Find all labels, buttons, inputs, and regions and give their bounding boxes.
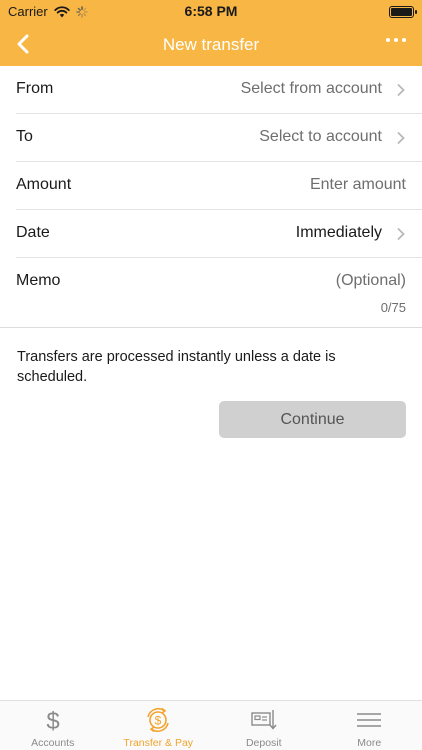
menu-icon: [357, 713, 382, 727]
transfer-pay-icon: $: [147, 707, 170, 733]
top-bar: Carrier 6:58 PM New transfer: [0, 0, 422, 66]
amount-input[interactable]: Enter amount: [310, 176, 406, 194]
status-bar: Carrier 6:58 PM: [0, 0, 422, 24]
from-account-row[interactable]: From Select from account: [16, 66, 422, 114]
continue-button[interactable]: Continue: [219, 401, 406, 438]
tab-label: Deposit: [245, 737, 282, 749]
tab-accounts[interactable]: $ Accounts: [0, 701, 106, 750]
tab-label: Accounts: [31, 737, 75, 749]
more-options-icon[interactable]: [386, 38, 406, 42]
transfer-form: From Select from account To Select to ac…: [0, 66, 422, 328]
tab-label: Transfer & Pay: [123, 737, 194, 749]
chevron-right-icon: [397, 83, 405, 97]
date-row[interactable]: Date Immediately: [16, 210, 422, 258]
to-label: To: [16, 128, 33, 145]
chevron-right-icon: [397, 227, 405, 241]
transfer-info-text: Transfers are processed instantly unless…: [17, 349, 336, 385]
memo-character-counter: 0/75: [380, 300, 406, 315]
check-deposit-icon: [251, 710, 277, 730]
page-title: New transfer: [162, 35, 260, 54]
svg-text:$: $: [155, 714, 162, 728]
navigation-bar: New transfer: [0, 24, 422, 66]
date-label: Date: [16, 224, 50, 241]
tab-label: More: [357, 737, 382, 749]
date-value: Immediately: [295, 224, 382, 241]
to-account-row[interactable]: To Select to account: [16, 114, 422, 162]
tab-more[interactable]: More: [317, 701, 422, 750]
to-account-value: Select to account: [259, 128, 382, 145]
svg-text:$: $: [46, 708, 59, 733]
memo-label: Memo: [16, 272, 61, 289]
tab-deposit[interactable]: Deposit: [211, 701, 317, 750]
battery-icon: [389, 6, 417, 18]
amount-label: Amount: [16, 176, 72, 193]
tab-transfer-pay[interactable]: $ Transfer & Pay: [106, 701, 212, 750]
chevron-right-icon: [397, 131, 405, 145]
tab-bar: $ Accounts $ Transfer & Pay Deposit More: [0, 700, 422, 750]
memo-input[interactable]: (Optional): [336, 272, 406, 290]
memo-row[interactable]: Memo (Optional) 0/75: [0, 258, 422, 328]
from-account-value: Select from account: [240, 80, 382, 97]
dollar-icon: $: [46, 708, 59, 733]
from-label: From: [16, 80, 54, 97]
amount-row[interactable]: Amount Enter amount: [16, 162, 422, 210]
clock: 6:58 PM: [184, 3, 238, 19]
